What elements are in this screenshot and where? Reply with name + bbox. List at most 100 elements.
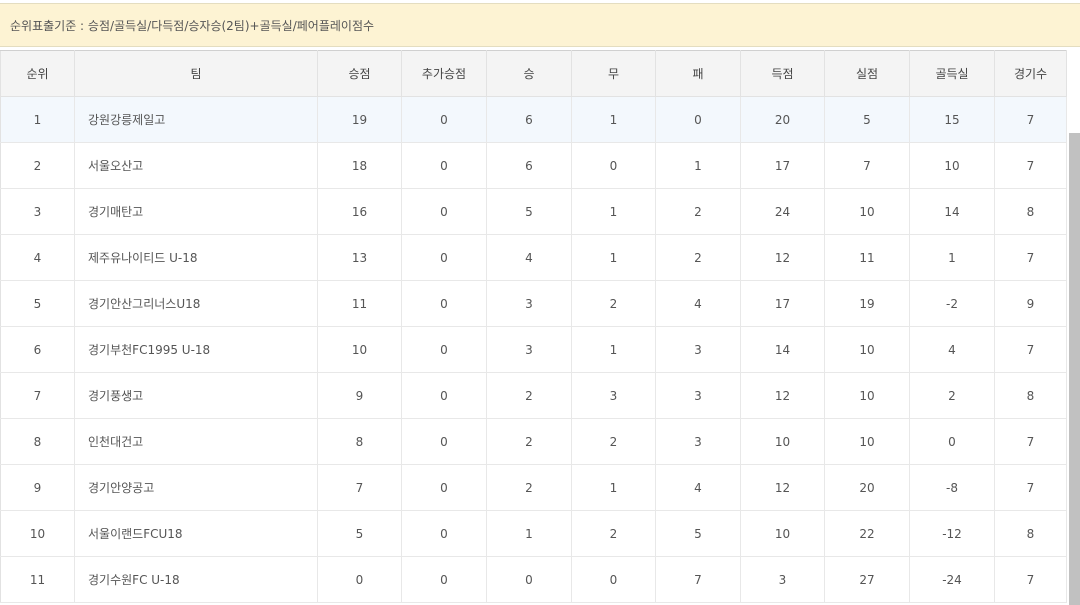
rank-cell: 7 — [0, 372, 75, 419]
column-header-losses: 패 — [655, 50, 741, 97]
table-row: 7 경기풍생고 9 0 2 3 3 12 10 2 8 — [0, 372, 1067, 419]
draws-cell: 1 — [571, 326, 656, 373]
bonus-points-cell: 0 — [401, 372, 487, 419]
losses-cell: 4 — [655, 280, 741, 327]
ranking-criteria-notice: 순위표출기준 : 승점/골득실/다득점/승자승(2팀)+골득실/페어플레이점수 — [0, 3, 1080, 47]
column-header-bonus-points: 추가승점 — [401, 50, 487, 97]
wins-cell: 2 — [486, 372, 572, 419]
rank-cell: 9 — [0, 464, 75, 511]
table-row: 9 경기안양공고 7 0 2 1 4 12 20 -8 7 — [0, 464, 1067, 511]
column-header-wins: 승 — [486, 50, 572, 97]
games-played-cell: 7 — [994, 556, 1067, 603]
column-header-draws: 무 — [571, 50, 656, 97]
games-played-cell: 8 — [994, 372, 1067, 419]
standings-panel: 순위표출기준 : 승점/골득실/다득점/승자승(2팀)+골득실/페어플레이점수 … — [0, 0, 1080, 605]
games-played-cell: 7 — [994, 418, 1067, 465]
bonus-points-cell: 0 — [401, 280, 487, 327]
draws-cell: 3 — [571, 372, 656, 419]
draws-cell: 1 — [571, 464, 656, 511]
column-header-goals-against: 실점 — [824, 50, 910, 97]
goals-for-cell: 20 — [740, 96, 825, 143]
goal-difference-cell: -12 — [909, 510, 995, 557]
goals-against-cell: 10 — [824, 326, 910, 373]
team-name-cell: 서울오산고 — [74, 142, 318, 189]
games-played-cell: 7 — [994, 234, 1067, 281]
team-name-cell: 경기안산그리너스U18 — [74, 280, 318, 327]
goals-for-cell: 17 — [740, 280, 825, 327]
team-name-cell: 경기안양공고 — [74, 464, 318, 511]
losses-cell: 3 — [655, 326, 741, 373]
goals-for-cell: 12 — [740, 372, 825, 419]
losses-cell: 3 — [655, 372, 741, 419]
games-played-cell: 9 — [994, 280, 1067, 327]
rank-cell: 5 — [0, 280, 75, 327]
goals-for-cell: 17 — [740, 142, 825, 189]
team-name-cell: 서울이랜드FCU18 — [74, 510, 318, 557]
games-played-cell: 7 — [994, 96, 1067, 143]
wins-cell: 2 — [486, 464, 572, 511]
table-header-row: 순위 팀 승점 추가승점 승 무 패 득점 실점 골득실 경기수 — [0, 50, 1067, 97]
table-row: 4 제주유나이티드 U-18 13 0 4 1 2 12 11 1 7 — [0, 234, 1067, 281]
bonus-points-cell: 0 — [401, 556, 487, 603]
points-cell: 16 — [317, 188, 402, 235]
points-cell: 10 — [317, 326, 402, 373]
draws-cell: 0 — [571, 142, 656, 189]
rank-cell: 10 — [0, 510, 75, 557]
bonus-points-cell: 0 — [401, 418, 487, 465]
points-cell: 0 — [317, 556, 402, 603]
standings-table: 순위 팀 승점 추가승점 승 무 패 득점 실점 골득실 경기수 1 강원강릉제일… — [0, 50, 1067, 603]
points-cell: 19 — [317, 96, 402, 143]
losses-cell: 3 — [655, 418, 741, 465]
goals-against-cell: 22 — [824, 510, 910, 557]
team-name-cell: 강원강릉제일고 — [74, 96, 318, 143]
wins-cell: 6 — [486, 96, 572, 143]
goals-against-cell: 7 — [824, 142, 910, 189]
team-name-cell: 경기수원FC U-18 — [74, 556, 318, 603]
team-name-cell: 경기풍생고 — [74, 372, 318, 419]
goals-for-cell: 12 — [740, 234, 825, 281]
bonus-points-cell: 0 — [401, 96, 487, 143]
goal-difference-cell: -2 — [909, 280, 995, 327]
goals-against-cell: 5 — [824, 96, 910, 143]
bonus-points-cell: 0 — [401, 188, 487, 235]
goals-for-cell: 24 — [740, 188, 825, 235]
goal-difference-cell: 10 — [909, 142, 995, 189]
column-header-goal-difference: 골득실 — [909, 50, 995, 97]
wins-cell: 4 — [486, 234, 572, 281]
goal-difference-cell: 14 — [909, 188, 995, 235]
goals-against-cell: 27 — [824, 556, 910, 603]
table-row: 5 경기안산그리너스U18 11 0 3 2 4 17 19 -2 9 — [0, 280, 1067, 327]
games-played-cell: 7 — [994, 142, 1067, 189]
points-cell: 8 — [317, 418, 402, 465]
draws-cell: 0 — [571, 556, 656, 603]
points-cell: 5 — [317, 510, 402, 557]
table-row: 11 경기수원FC U-18 0 0 0 0 7 3 27 -24 7 — [0, 556, 1067, 603]
points-cell: 18 — [317, 142, 402, 189]
losses-cell: 7 — [655, 556, 741, 603]
table-row: 10 서울이랜드FCU18 5 0 1 2 5 10 22 -12 8 — [0, 510, 1067, 557]
bonus-points-cell: 0 — [401, 326, 487, 373]
goals-against-cell: 20 — [824, 464, 910, 511]
losses-cell: 2 — [655, 234, 741, 281]
losses-cell: 0 — [655, 96, 741, 143]
column-header-goals-for: 득점 — [740, 50, 825, 97]
wins-cell: 0 — [486, 556, 572, 603]
losses-cell: 5 — [655, 510, 741, 557]
wins-cell: 1 — [486, 510, 572, 557]
goals-against-cell: 19 — [824, 280, 910, 327]
bonus-points-cell: 0 — [401, 142, 487, 189]
table-row: 6 경기부천FC1995 U-18 10 0 3 1 3 14 10 4 7 — [0, 326, 1067, 373]
bonus-points-cell: 0 — [401, 510, 487, 557]
goal-difference-cell: 4 — [909, 326, 995, 373]
rank-cell: 6 — [0, 326, 75, 373]
draws-cell: 1 — [571, 188, 656, 235]
rank-cell: 4 — [0, 234, 75, 281]
goal-difference-cell: 15 — [909, 96, 995, 143]
table-row: 8 인천대건고 8 0 2 2 3 10 10 0 7 — [0, 418, 1067, 465]
games-played-cell: 7 — [994, 326, 1067, 373]
games-played-cell: 8 — [994, 188, 1067, 235]
rank-cell: 3 — [0, 188, 75, 235]
column-header-team: 팀 — [74, 50, 318, 97]
wins-cell: 5 — [486, 188, 572, 235]
vertical-scrollbar-thumb[interactable] — [1069, 133, 1080, 605]
